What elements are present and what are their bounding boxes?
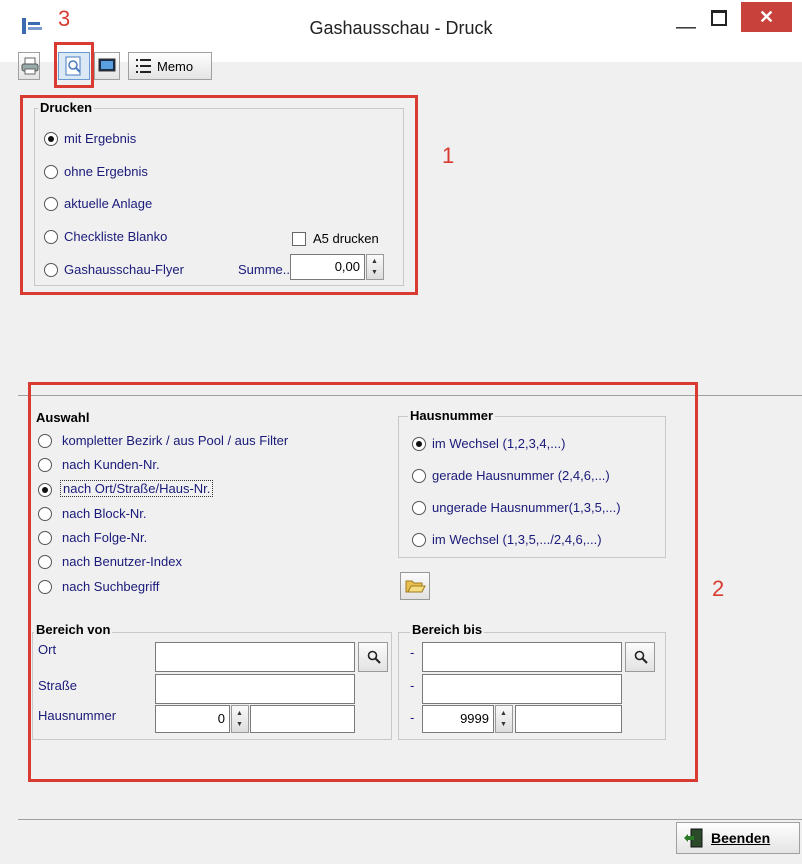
print-button[interactable] bbox=[18, 52, 40, 80]
annotation-box-2 bbox=[28, 382, 698, 782]
annotation-box-1 bbox=[20, 95, 418, 295]
exit-door-icon bbox=[684, 828, 703, 848]
annotation-1: 1 bbox=[442, 143, 455, 168]
beenden-button[interactable]: Beenden bbox=[676, 822, 800, 854]
list-icon bbox=[136, 59, 151, 73]
printer-icon bbox=[21, 57, 39, 75]
close-button[interactable]: ✕ bbox=[741, 2, 792, 32]
annotation-2: 2 bbox=[712, 576, 725, 601]
toolbar: Memo bbox=[18, 52, 212, 84]
screen-button[interactable] bbox=[94, 52, 120, 80]
beenden-label: Beenden bbox=[711, 830, 771, 846]
annotation-box-3 bbox=[54, 42, 94, 88]
memo-label: Memo bbox=[157, 59, 194, 74]
minimize-button[interactable]: — bbox=[676, 16, 696, 39]
monitor-icon bbox=[98, 58, 116, 72]
memo-button[interactable]: Memo bbox=[128, 52, 212, 80]
maximize-button[interactable] bbox=[711, 10, 727, 26]
